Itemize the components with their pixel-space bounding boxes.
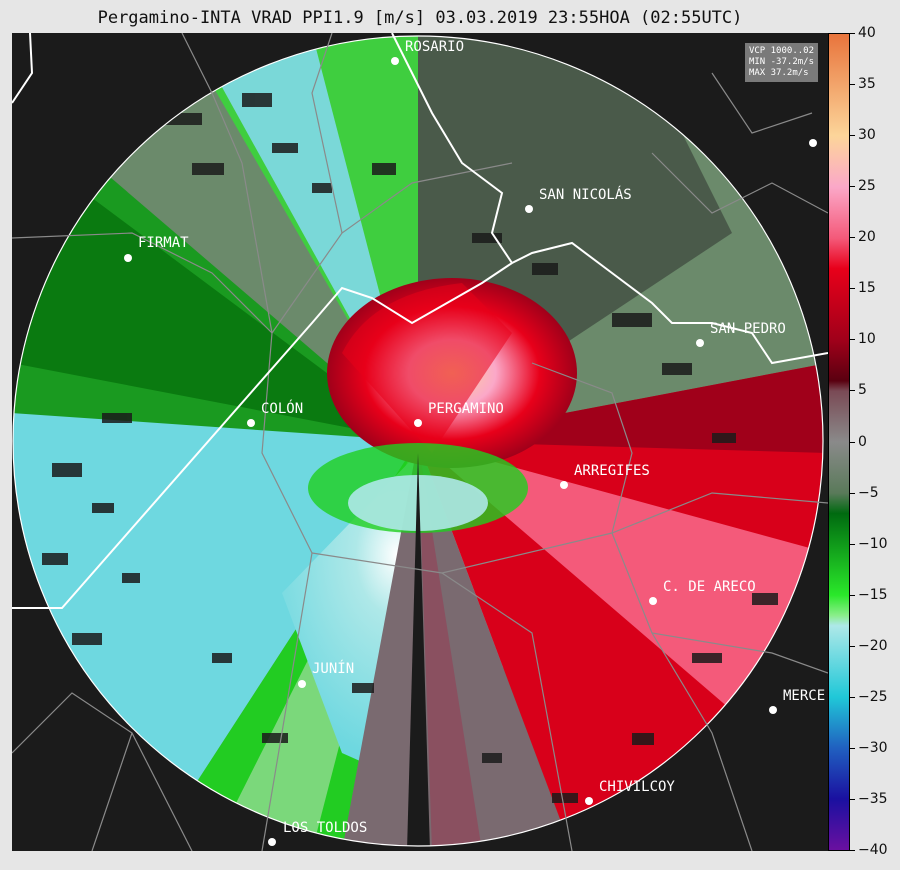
radar-map[interactable]: VCP 1000..02 MIN -37.2m/s MAX 37.2m/s RO…	[12, 33, 828, 851]
city-dot-los-toldos	[268, 838, 276, 846]
city-label-san-pedro: SAN PEDRO	[710, 321, 786, 337]
city-dot-junin	[298, 680, 306, 688]
city-dot-merce	[769, 706, 777, 714]
colorbar-tick-label: −20	[858, 637, 888, 654]
colorbar-tick	[850, 33, 855, 34]
colorbar-tick	[850, 339, 855, 341]
city-dot-pergamino	[414, 419, 422, 427]
city-dot-unlabeled	[809, 139, 817, 147]
city-dot-rosario	[391, 57, 399, 65]
city-label-arregifes: ARREGIFES	[574, 463, 650, 479]
colorbar-tick	[850, 645, 855, 647]
colorbar-tick-label: 5	[858, 382, 867, 399]
city-label-los-toldos: LOS TOLDOS	[283, 820, 368, 836]
city-label-chivilcoy: CHIVILCOY	[599, 779, 675, 795]
colorbar-tick-label: −10	[858, 535, 888, 552]
city-label-junin: JUNÍN	[312, 661, 355, 677]
colorbar-tick	[850, 441, 855, 443]
colorbar-tick-label: −25	[858, 688, 888, 705]
city-label-colon: COLÓN	[261, 401, 304, 417]
map-title: Pergamino-INTA VRAD PPI1.9 [m/s] 03.03.2…	[97, 8, 743, 28]
colorbar-tick-label: 30	[858, 127, 876, 144]
city-dot-c-de-areco	[649, 597, 657, 605]
min-label: MIN -37.2m/s	[748, 57, 814, 67]
colorbar-tick-label: −30	[858, 739, 888, 756]
colorbar-tick	[850, 492, 855, 494]
city-label-merce: MERCE	[783, 688, 826, 704]
colorbar-tick	[850, 390, 855, 392]
colorbar-tick	[850, 696, 855, 698]
vcp-label: VCP 1000..02	[748, 46, 814, 56]
city-dot-san-nicolas	[525, 205, 533, 213]
city-label-rosario: ROSARIO	[405, 39, 465, 55]
colorbar-tick-label: 10	[858, 331, 876, 348]
colorbar-tick-label: −35	[858, 790, 888, 807]
colorbar-tick-label: 15	[858, 280, 876, 297]
city-dot-chivilcoy	[585, 797, 593, 805]
city-dot-colon	[247, 419, 255, 427]
city-label-pergamino: PERGAMINO	[428, 401, 504, 417]
stats-box: VCP 1000..02 MIN -37.2m/s MAX 37.2m/s	[744, 43, 818, 82]
max-label: MAX 37.2m/s	[748, 68, 809, 78]
colorbar-tick-label: −15	[858, 586, 888, 603]
colorbar-tick-label: −5	[858, 484, 879, 501]
colorbar-tick	[850, 135, 855, 137]
colorbar-tick	[850, 543, 855, 545]
colorbar-tick-label: 40	[858, 25, 876, 41]
colorbar-tick	[850, 594, 855, 596]
city-label-firmat: FIRMAT	[138, 235, 189, 251]
colorbar-tick	[850, 237, 855, 239]
colorbar-tick	[850, 84, 855, 86]
radar-field	[12, 33, 828, 851]
city-dot-arregifes	[560, 481, 568, 489]
city-dot-san-pedro	[696, 339, 704, 347]
colorbar-tick-label: 20	[858, 229, 876, 246]
colorbar-tick-label: 35	[858, 76, 876, 93]
city-label-c-de-areco: C. DE ARECO	[663, 579, 756, 595]
city-label-san-nicolas: SAN NICOLÁS	[539, 187, 632, 203]
colorbar-tick	[850, 288, 855, 290]
velocity-colorbar	[828, 33, 850, 851]
colorbar-tick-label: 0	[858, 433, 867, 450]
city-dot-firmat	[124, 254, 132, 262]
colorbar-tick	[850, 186, 855, 188]
colorbar-tick	[850, 850, 855, 851]
colorbar-tick	[850, 798, 855, 800]
colorbar-tick-label: −40	[858, 842, 888, 858]
colorbar-tick-label: 25	[858, 178, 876, 195]
colorbar-tick	[850, 747, 855, 749]
